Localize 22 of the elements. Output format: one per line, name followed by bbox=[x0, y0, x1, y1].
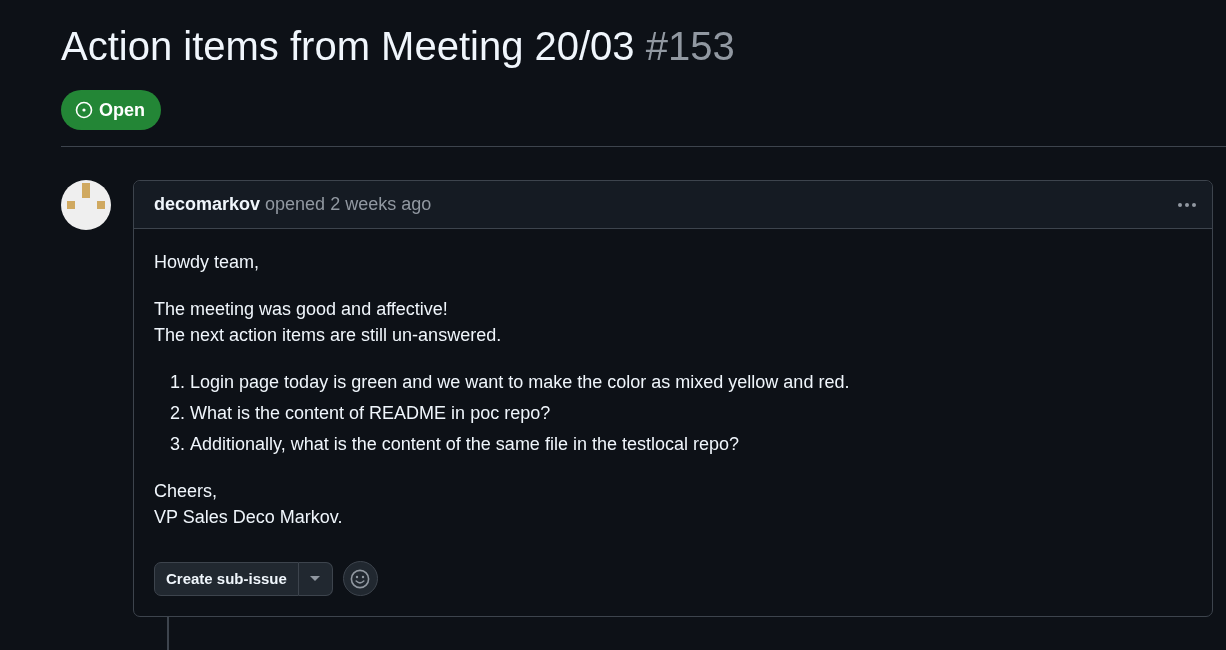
reaction-button[interactable] bbox=[342, 561, 378, 596]
dropdown-button[interactable] bbox=[298, 561, 333, 596]
ellipsis-icon bbox=[1178, 202, 1196, 207]
create-sub-issue-button[interactable]: Create sub-issue bbox=[154, 561, 299, 596]
list-number: 3. bbox=[170, 433, 185, 456]
issue-title: Action items from Meeting 20/03 bbox=[61, 24, 635, 68]
timestamp-text: opened 2 weeks ago bbox=[265, 193, 432, 216]
caret-icon bbox=[310, 576, 321, 581]
comment-paragraph: Cheers, VP Sales Deco Markov. bbox=[154, 480, 344, 529]
list-number: 1. bbox=[170, 371, 185, 394]
list-item-text: Login page today is green and we want to make the color as mixed yellow and red. bbox=[190, 371, 850, 394]
comment-paragraph: The meeting was good and affective! The next action items are still un-answered. bbox=[154, 298, 503, 347]
author-link[interactable]: decomarkov bbox=[154, 191, 261, 218]
circle-dot-icon bbox=[75, 101, 93, 119]
smiley-icon bbox=[350, 568, 371, 589]
list-item-text: What is the content of README in poc repo? bbox=[190, 402, 551, 425]
issue-number: #153 bbox=[645, 24, 735, 68]
avatar-icon bbox=[61, 180, 111, 230]
list-item-text: Additionally, what is the content of the same file in the testlocal repo? bbox=[190, 433, 739, 456]
list-number: 2. bbox=[170, 402, 185, 425]
comment-paragraph: Howdy team, bbox=[154, 251, 261, 274]
status-text: Open bbox=[99, 98, 145, 122]
